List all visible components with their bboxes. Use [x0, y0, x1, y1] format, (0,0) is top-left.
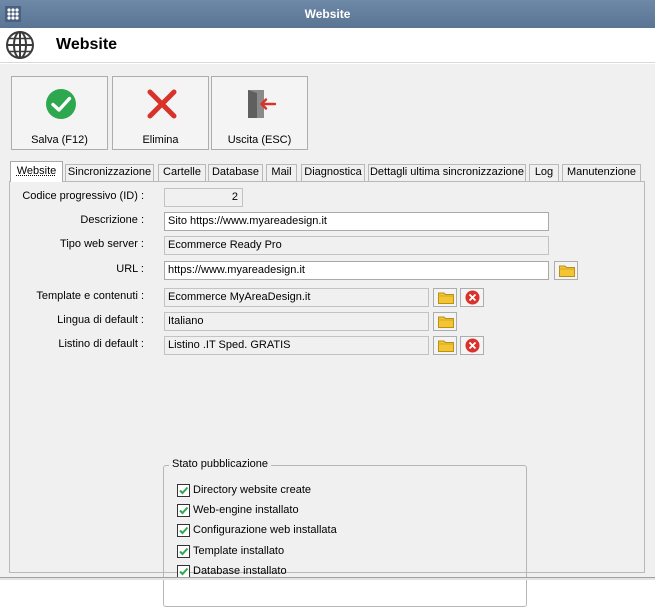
tab-database[interactable]: Database — [208, 164, 263, 181]
id-label: Codice progressivo (ID) : — [22, 190, 144, 202]
checkbox-box — [177, 545, 190, 558]
save-button[interactable]: Salva (F12) — [11, 76, 108, 150]
exit-button[interactable]: Uscita (ESC) — [211, 76, 308, 150]
price-list-browse-button[interactable] — [433, 336, 457, 355]
description-label: Descrizione : — [80, 214, 144, 226]
url-input[interactable]: https://www.myareadesign.it — [164, 261, 549, 280]
check-circle-icon — [46, 89, 76, 119]
remove-icon — [465, 338, 480, 353]
tab-cartelle[interactable]: Cartelle — [158, 164, 206, 181]
tab-dettagli-ultima-sincronizzazione[interactable]: Dettagli ultima sincronizzazione — [368, 164, 526, 181]
checkbox-label: Template installato — [193, 545, 285, 557]
price-list-label: Listino di default : — [58, 338, 144, 350]
checkbox-label: Database installato — [193, 565, 287, 577]
folder-icon — [438, 292, 454, 304]
tab-diagnostica[interactable]: Diagnostica — [301, 164, 365, 181]
folder-icon — [438, 340, 454, 352]
tab-website[interactable]: Website — [10, 161, 63, 182]
tab-log[interactable]: Log — [529, 164, 559, 181]
page-header: Website — [0, 28, 655, 63]
page-title: Website — [56, 36, 118, 53]
remove-icon — [465, 290, 480, 305]
publication-status-title: Stato pubblicazione — [169, 458, 272, 470]
server-type-field: Ecommerce Ready Pro — [164, 236, 549, 255]
publication-status-group: Stato pubblicazione Directory website cr… — [163, 458, 527, 607]
folder-icon — [559, 265, 575, 277]
checkmark-icon — [179, 547, 189, 556]
close-icon — [147, 89, 177, 119]
checkbox-box — [177, 484, 190, 497]
url-browse-button[interactable] — [554, 261, 578, 280]
checkmark-icon — [179, 506, 189, 515]
checkbox-label: Web-engine installato — [193, 504, 299, 516]
template-label: Template e contenuti : — [36, 290, 144, 302]
checkbox-label: Configurazione web installata — [193, 524, 337, 536]
tab-manutenzione[interactable]: Manutenzione — [562, 164, 641, 181]
template-field: Ecommerce MyAreaDesign.it — [164, 288, 429, 307]
template-browse-button[interactable] — [433, 288, 457, 307]
checkmark-icon — [179, 567, 189, 576]
price-list-field: Listino .IT Sped. GRATIS — [164, 336, 429, 355]
tab-sincronizzazione[interactable]: Sincronizzazione — [65, 164, 154, 181]
url-label: URL : — [116, 263, 144, 275]
language-label: Lingua di default : — [57, 314, 144, 326]
tab-panel-website: Codice progressivo (ID) : 2 Descrizione … — [9, 181, 645, 607]
content-area: Salva (F12) Elimina Uscita (ESC) Website… — [0, 64, 655, 607]
exit-door-icon — [248, 90, 277, 118]
checkbox-box — [177, 524, 190, 537]
price-list-clear-button[interactable] — [460, 336, 484, 355]
description-input[interactable]: Sito https://www.myareadesign.it — [164, 212, 549, 231]
checkbox-label: Directory website create — [193, 484, 311, 496]
delete-button[interactable]: Elimina — [112, 76, 209, 150]
delete-button-label: Elimina — [142, 134, 179, 146]
window-title: Website — [304, 7, 351, 21]
checkmark-icon — [179, 486, 189, 495]
checkbox-box — [177, 504, 190, 517]
server-type-label: Tipo web server : — [60, 238, 144, 250]
save-button-label: Salva (F12) — [31, 134, 88, 146]
tab-mail[interactable]: Mail — [266, 164, 297, 181]
language-field: Italiano — [164, 312, 429, 331]
language-browse-button[interactable] — [433, 312, 457, 331]
checkmark-icon — [179, 526, 189, 535]
template-clear-button[interactable] — [460, 288, 484, 307]
window-titlebar: Website — [0, 0, 655, 28]
folder-icon — [438, 316, 454, 328]
globe-icon — [6, 31, 34, 59]
id-field: 2 — [164, 188, 243, 207]
exit-button-label: Uscita (ESC) — [227, 134, 292, 146]
